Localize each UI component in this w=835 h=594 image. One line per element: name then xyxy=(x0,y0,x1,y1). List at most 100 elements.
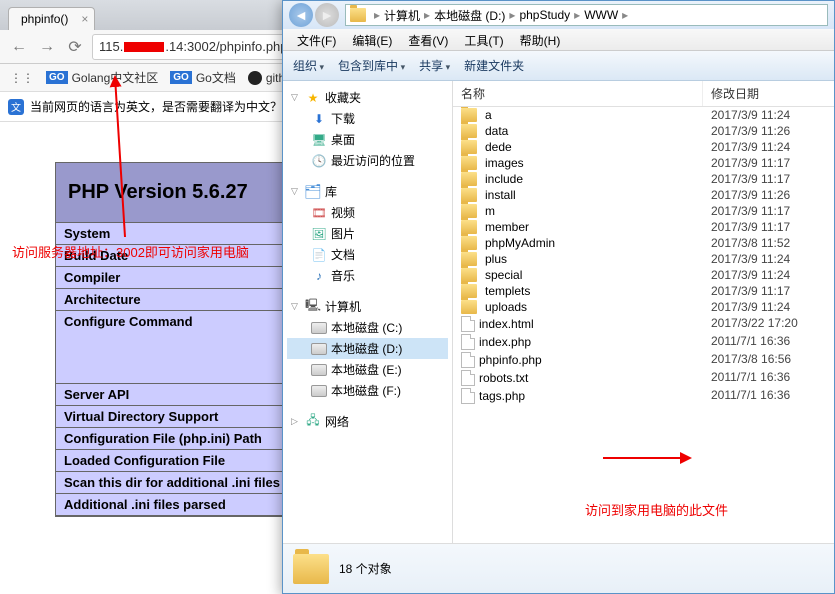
file-icon xyxy=(461,352,475,368)
explorer-body: ▽★收藏夹 ⬇下载 🖥桌面 🕓最近访问的位置 ▽🗂库 🎞视频 🖼图片 📄文档 ♪… xyxy=(283,81,834,543)
file-row[interactable]: member 2017/3/9 11:17 xyxy=(453,219,834,235)
apps-icon[interactable]: ⋮⋮ xyxy=(10,71,34,85)
menu-edit[interactable]: 编辑(E) xyxy=(344,29,400,50)
file-date: 2017/3/9 11:17 xyxy=(703,284,834,298)
folder-icon xyxy=(461,268,477,282)
file-name: phpinfo.php xyxy=(479,353,542,367)
file-name: install xyxy=(485,188,516,202)
bookmark-godoc[interactable]: GO Go文档 xyxy=(170,69,236,86)
file-row[interactable]: phpMyAdmin2017/3/8 11:52 xyxy=(453,235,834,251)
crumb-www[interactable]: WWW xyxy=(584,8,618,22)
close-tab-icon[interactable]: × xyxy=(81,12,88,26)
tree-videos[interactable]: 🎞视频 xyxy=(287,202,448,223)
file-name: special xyxy=(485,268,522,282)
file-date: 2017/3/8 11:52 xyxy=(703,236,834,250)
file-row[interactable]: images 2017/3/9 11:17 xyxy=(453,155,834,171)
file-name: plus xyxy=(485,252,507,266)
forward-button[interactable]: → xyxy=(36,36,58,58)
tree-pictures[interactable]: 🖼图片 xyxy=(287,223,448,244)
file-name: images xyxy=(485,156,524,170)
file-row[interactable]: install2017/3/9 11:26 xyxy=(453,187,834,203)
file-row[interactable]: robots.txt2011/7/1 16:36 xyxy=(453,369,834,387)
file-date: 2011/7/1 16:36 xyxy=(703,334,834,350)
arrow-to-file xyxy=(595,448,695,468)
tab-title: phpinfo() xyxy=(21,12,68,26)
separator-icon: ▸ xyxy=(420,8,434,22)
tree-drive-e[interactable]: 本地磁盘 (E:) xyxy=(287,359,448,380)
menu-file[interactable]: 文件(F) xyxy=(289,29,344,50)
tree-drive-f[interactable]: 本地磁盘 (F:) xyxy=(287,380,448,401)
tree-music[interactable]: ♪音乐 xyxy=(287,265,448,286)
tree-drive-d[interactable]: 本地磁盘 (D:) xyxy=(287,338,448,359)
include-library-button[interactable]: 包含到库中 xyxy=(338,57,405,74)
menu-view[interactable]: 查看(V) xyxy=(400,29,456,50)
file-icon xyxy=(461,316,475,332)
organize-button[interactable]: 组织 xyxy=(293,57,324,74)
tree-recent[interactable]: 🕓最近访问的位置 xyxy=(287,150,448,171)
tree-documents[interactable]: 📄文档 xyxy=(287,244,448,265)
file-row[interactable]: index.php2011/7/1 16:36 xyxy=(453,333,834,351)
new-folder-button[interactable]: 新建文件夹 xyxy=(464,57,524,74)
reload-button[interactable]: ⟳ xyxy=(64,36,86,58)
separator-icon: ▸ xyxy=(570,8,584,22)
file-name: a xyxy=(485,108,492,122)
video-icon: 🎞 xyxy=(311,205,327,221)
file-date: 2017/3/9 11:17 xyxy=(703,156,834,170)
folder-icon xyxy=(461,124,477,138)
browser-tab[interactable]: phpinfo() × xyxy=(8,7,95,30)
download-icon: ⬇ xyxy=(311,111,327,127)
recent-icon: 🕓 xyxy=(311,153,327,169)
tree-drive-c[interactable]: 本地磁盘 (C:) xyxy=(287,317,448,338)
menu-help[interactable]: 帮助(H) xyxy=(512,29,569,50)
translate-text: 当前网页的语言为英文，是否需要翻译为中文？ xyxy=(30,98,282,115)
separator-icon: ▸ xyxy=(618,8,632,22)
file-row[interactable]: index.html2017/3/22 17:20 xyxy=(453,315,834,333)
menu-bar: 文件(F) 编辑(E) 查看(V) 工具(T) 帮助(H) xyxy=(283,29,834,51)
tree-computer[interactable]: ▽🖳计算机 xyxy=(287,296,448,317)
file-row[interactable]: uploads2017/3/9 11:24 xyxy=(453,299,834,315)
back-button[interactable]: ◄ xyxy=(289,3,313,27)
file-name: include xyxy=(485,172,523,186)
tree-network[interactable]: ▷🖧网络 xyxy=(287,411,448,432)
share-button[interactable]: 共享 xyxy=(419,57,450,74)
file-row[interactable]: special2017/3/9 11:24 xyxy=(453,267,834,283)
file-list: 名称 修改日期 a 2017/3/9 11:24data2017/3/9 11:2… xyxy=(453,81,834,543)
back-button[interactable]: ← xyxy=(8,36,30,58)
crumb-computer[interactable]: 计算机 xyxy=(384,7,420,24)
nav-tree: ▽★收藏夹 ⬇下载 🖥桌面 🕓最近访问的位置 ▽🗂库 🎞视频 🖼图片 📄文档 ♪… xyxy=(283,81,453,543)
annotation-file: 访问到家用电脑的此文件 xyxy=(585,500,728,519)
tree-downloads[interactable]: ⬇下载 xyxy=(287,108,448,129)
file-row[interactable]: include 2017/3/9 11:17 xyxy=(453,171,834,187)
address-bar[interactable]: ▸ 计算机 ▸ 本地磁盘 (D:) ▸ phpStudy ▸ WWW ▸ xyxy=(345,4,828,26)
file-row[interactable]: m2017/3/9 11:17 xyxy=(453,203,834,219)
crumb-drive[interactable]: 本地磁盘 (D:) xyxy=(434,7,505,24)
file-row[interactable]: tags.php2011/7/1 16:36 xyxy=(453,387,834,405)
status-bar: 18 个对象 xyxy=(283,543,834,593)
col-name[interactable]: 名称 xyxy=(453,81,703,106)
folder-icon xyxy=(461,140,477,154)
file-row[interactable]: plus2017/3/9 11:24 xyxy=(453,251,834,267)
file-date: 2017/3/9 11:17 xyxy=(703,172,834,186)
file-name: member xyxy=(485,220,529,234)
bookmark-label: Go文档 xyxy=(196,69,236,86)
tree-desktop[interactable]: 🖥桌面 xyxy=(287,129,448,150)
folder-icon xyxy=(293,554,329,584)
file-row[interactable]: phpinfo.php2017/3/8 16:56 xyxy=(453,351,834,369)
file-row[interactable]: a 2017/3/9 11:24 xyxy=(453,107,834,123)
file-row[interactable]: data2017/3/9 11:26 xyxy=(453,123,834,139)
folder-icon xyxy=(461,284,477,298)
tree-libraries[interactable]: ▽🗂库 xyxy=(287,181,448,202)
col-date[interactable]: 修改日期 xyxy=(703,81,834,106)
file-date: 2017/3/9 11:17 xyxy=(703,220,834,234)
file-date: 2017/3/9 11:24 xyxy=(703,108,834,122)
file-date: 2017/3/9 11:24 xyxy=(703,140,834,154)
crumb-phpstudy[interactable]: phpStudy xyxy=(519,8,570,22)
menu-tools[interactable]: 工具(T) xyxy=(456,29,511,50)
star-icon: ★ xyxy=(305,90,321,106)
folder-icon xyxy=(461,156,477,170)
go-badge-icon: GO xyxy=(170,71,192,84)
file-row[interactable]: dede2017/3/9 11:24 xyxy=(453,139,834,155)
folder-icon xyxy=(461,220,477,234)
tree-favorites[interactable]: ▽★收藏夹 xyxy=(287,87,448,108)
file-row[interactable]: templets2017/3/9 11:17 xyxy=(453,283,834,299)
